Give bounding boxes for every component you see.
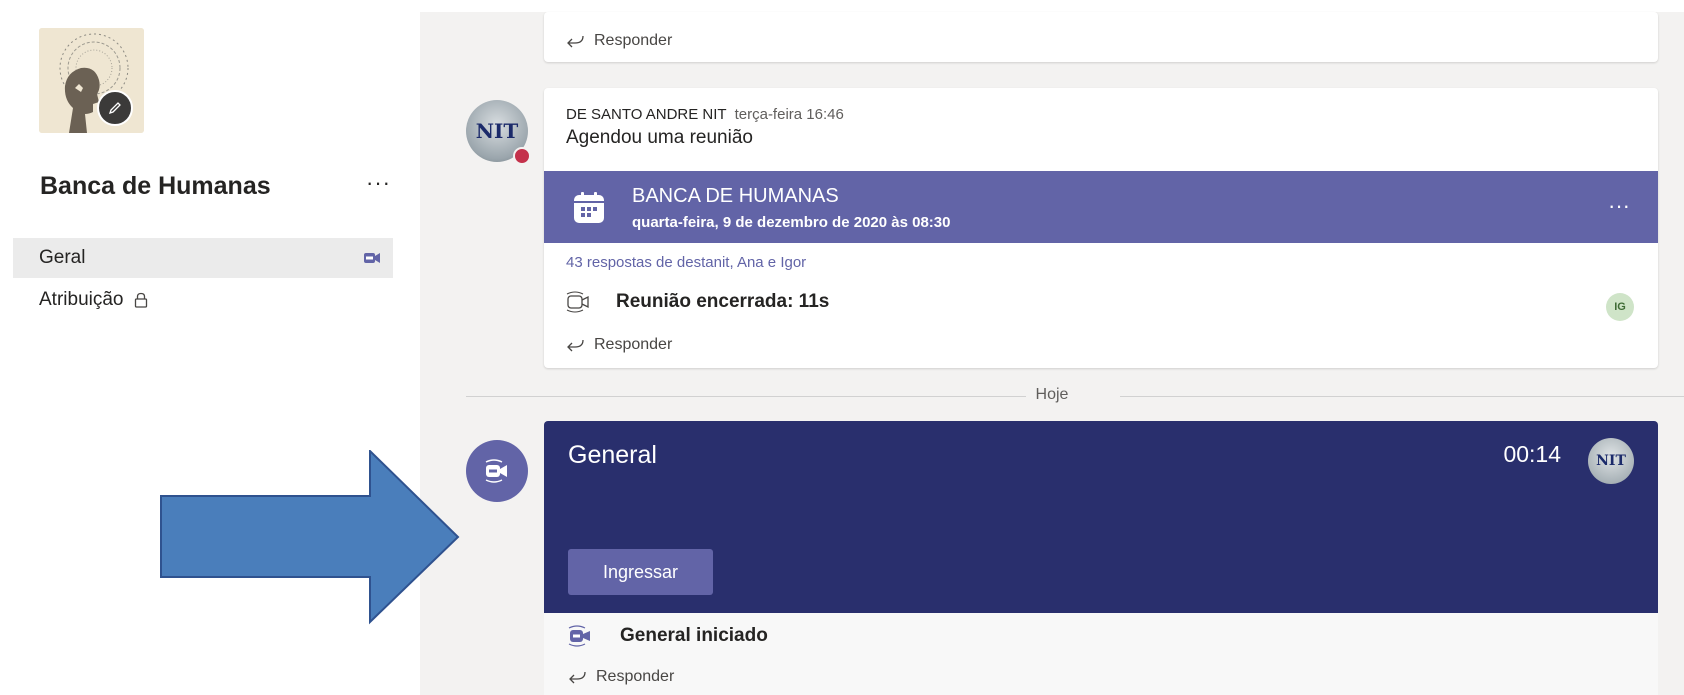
live-meeting-timer: 00:14 [1503,441,1561,467]
reply-label: Responder [594,336,673,353]
reply-label: Responder [596,668,675,685]
channel-label: Atribuição [39,289,124,310]
channel-label: Geral [39,247,86,268]
avatar-initials: NIT [475,119,519,143]
live-meeting-title: General [568,441,657,469]
meeting-ended-row: Reunião encerrada: 11s [566,291,829,313]
presence-busy-icon [513,147,531,165]
participant-avatar[interactable]: IG [1606,293,1634,321]
calendar-icon [574,192,604,223]
conversation-feed: Responder NIT DE SANTO ANDRE NIT terça-fe… [420,0,1684,695]
post-meta: DE SANTO ANDRE NIT terça-feira 16:46 [566,106,844,123]
reply-button[interactable]: Responder [566,32,672,50]
callout-arrow [160,450,460,625]
meeting-date: quarta-feira, 9 de dezembro de 2020 às 0… [632,214,951,231]
edit-avatar-button[interactable] [97,90,133,126]
date-divider-label: Hoje [1025,386,1079,403]
team-more-options-button[interactable]: ··· [366,170,391,196]
join-meeting-button[interactable]: Ingressar [568,549,713,595]
team-name: Banca de Humanas [40,172,271,200]
pencil-icon [108,102,121,115]
participant-avatar[interactable]: NIT [1588,438,1634,484]
meeting-started-text: General iniciado [620,625,768,646]
video-camera-icon [485,459,507,483]
author-avatar[interactable]: NIT [466,100,531,165]
channel-item-atribuicao[interactable]: Atribuição [13,280,393,320]
video-camera-icon [364,253,380,263]
meeting-banner[interactable]: BANCA DE HUMANAS quarta-feira, 9 de deze… [544,171,1658,243]
meeting-more-options-button[interactable]: ··· [1608,193,1630,219]
meeting-started-row: General iniciado [568,625,768,647]
post-time: terça-feira 16:46 [734,106,844,123]
video-camera-outline-icon [566,291,589,313]
reply-label: Responder [594,32,673,49]
meeting-avatar [466,440,528,502]
channel-item-geral[interactable]: Geral [13,238,393,278]
date-divider: Hoje [420,386,1684,404]
reply-arrow-icon [567,339,584,352]
live-meeting-card: General 00:14 NIT Ingressar [544,421,1658,613]
lock-icon [134,292,147,308]
header-strip [420,0,1684,12]
meeting-title: BANCA DE HUMANAS [632,185,839,207]
replies-link[interactable]: 43 respostas de destanit, Ana e Igor [566,254,806,271]
avatar-initials: NIT [1596,453,1626,469]
post-author[interactable]: DE SANTO ANDRE NIT [566,106,727,123]
meeting-ended-text: Reunião encerrada: 11s [616,291,830,312]
post-text: Agendou uma reunião [566,127,753,148]
reply-arrow-icon [567,35,584,48]
post-header: DE SANTO ANDRE NIT terça-feira 16:46 Agen… [566,106,844,149]
live-meeting-footer: General iniciado Responder [544,613,1658,695]
reply-button[interactable]: Responder [568,668,674,686]
reply-arrow-icon [569,671,586,684]
meeting-post-card: DE SANTO ANDRE NIT terça-feira 16:46 Agen… [544,88,1658,368]
reply-button[interactable]: Responder [566,336,672,354]
video-camera-icon [568,625,590,647]
previous-post-card: Responder [544,12,1658,62]
